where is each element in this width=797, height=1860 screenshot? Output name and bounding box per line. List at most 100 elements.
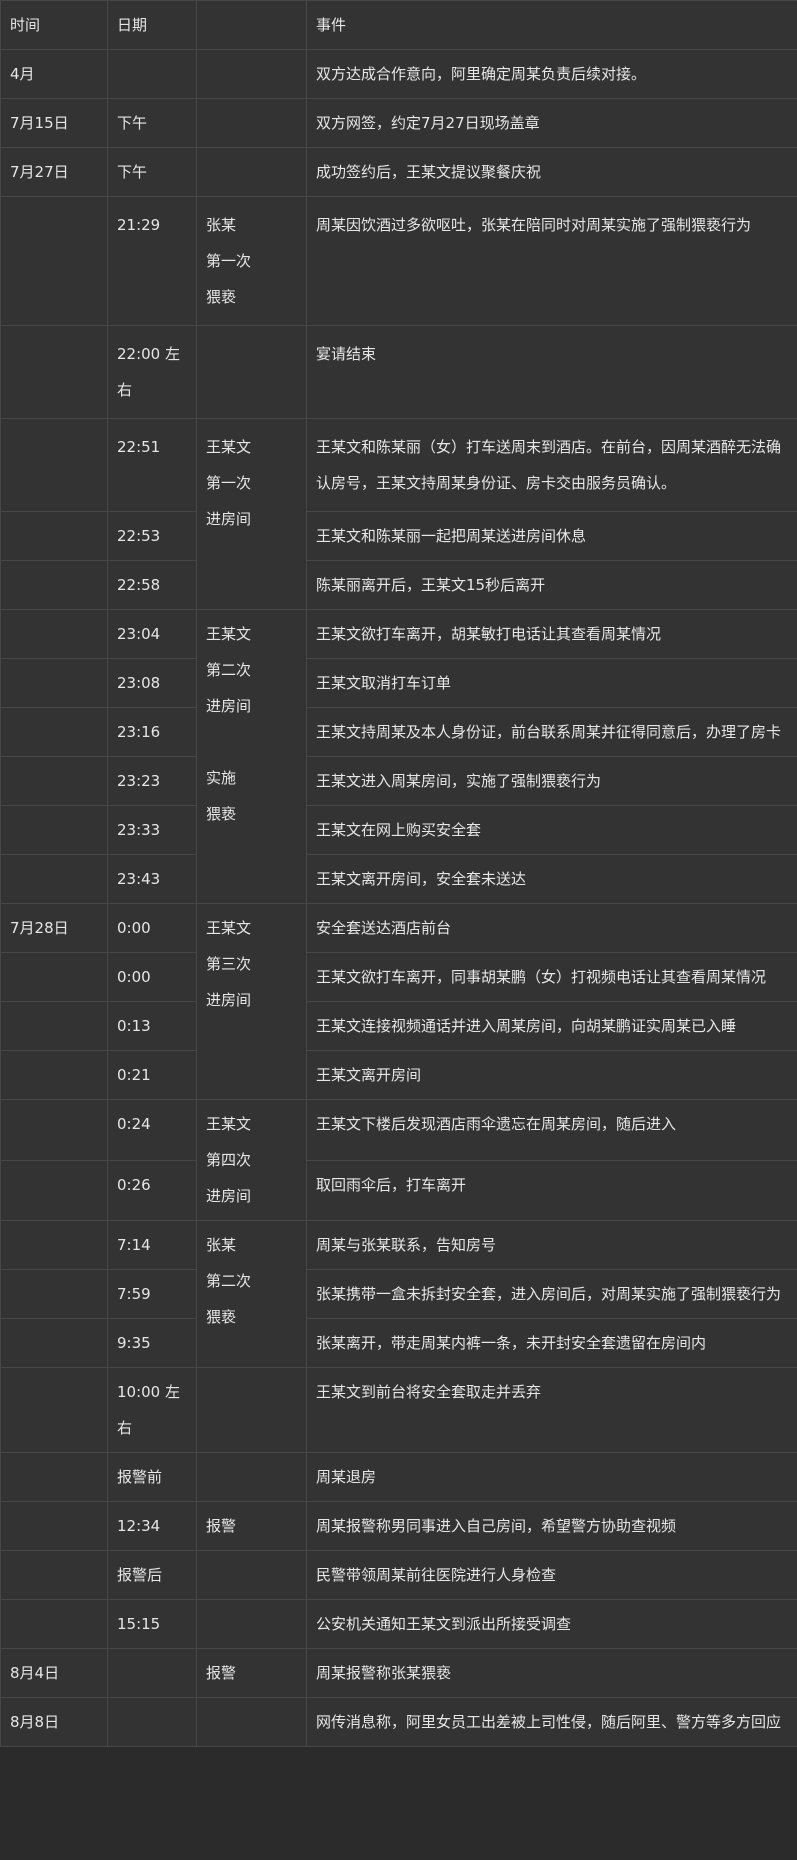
event-cell: 张某离开，带走周某内裤一条，未开封安全套遗留在房间内 xyxy=(306,1318,797,1368)
table-row: 9:35 张某离开，带走周某内裤一条，未开封安全套遗留在房间内 xyxy=(0,1318,797,1368)
date-cell: 23:08 xyxy=(107,658,197,708)
time-cell xyxy=(0,707,108,757)
time-cell: 7月27日 xyxy=(0,147,108,197)
table-row: 8月8日 网传消息称，阿里女员工出差被上司性侵，随后阿里、警方等多方回应 xyxy=(0,1697,797,1747)
table-row: 15:15 公安机关通知王某文到派出所接受调查 xyxy=(0,1599,797,1649)
event-cell: 王某文到前台将安全套取走并丢弃 xyxy=(306,1367,797,1453)
date-cell: 22:58 xyxy=(107,560,197,610)
event-cell: 周某与张某联系，告知房号 xyxy=(306,1220,797,1270)
event-cell: 王某文和陈某丽（女）打车送周末到酒店。在前台，因周某酒醉无法确认房号，王某文持周… xyxy=(306,418,797,512)
date-cell: 报警前 xyxy=(107,1452,197,1502)
date-cell: 下午 xyxy=(107,147,197,197)
table-row: 23:16 王某文持周某及本人身份证，前台联系周某并征得同意后，办理了房卡 xyxy=(0,707,797,757)
date-cell: 0:00 xyxy=(107,952,197,1002)
table-row: 22:53 王某文和陈某丽一起把周某送进房间休息 xyxy=(0,511,797,561)
group-cell: 王某文 第四次 进房间 xyxy=(196,1099,307,1221)
time-cell xyxy=(0,1050,108,1100)
time-cell xyxy=(0,805,108,855)
event-cell: 王某文和陈某丽一起把周某送进房间休息 xyxy=(306,511,797,561)
time-cell: 7月15日 xyxy=(0,98,108,148)
table-row: 7月15日 下午 双方网签，约定7月27日现场盖章 xyxy=(0,98,797,148)
table-row: 22:00 左右 宴请结束 xyxy=(0,325,797,419)
time-cell xyxy=(0,1001,108,1051)
date-cell: 22:51 xyxy=(107,418,197,512)
table-row: 7:59 张某携带一盒未拆封安全套，进入房间后，对周某实施了强制猥亵行为 xyxy=(0,1269,797,1319)
event-cell: 王某文欲打车离开，同事胡某鹏（女）打视频电话让其查看周某情况 xyxy=(306,952,797,1002)
date-cell: 22:00 左右 xyxy=(107,325,197,419)
time-cell xyxy=(0,325,108,419)
date-cell: 23:04 xyxy=(107,609,197,659)
time-cell xyxy=(0,1269,108,1319)
group-cell: 王某文 第二次 进房间 实施 猥亵 xyxy=(196,609,307,904)
date-cell: 21:29 xyxy=(107,196,197,326)
table-row: 23:08 王某文取消打车订单 xyxy=(0,658,797,708)
event-cell: 成功签约后，王某文提议聚餐庆祝 xyxy=(306,147,797,197)
table-row: 7月27日 下午 成功签约后，王某文提议聚餐庆祝 xyxy=(0,147,797,197)
date-cell: 0:13 xyxy=(107,1001,197,1051)
time-cell xyxy=(0,511,108,561)
event-cell: 王某文欲打车离开，胡某敏打电话让其查看周某情况 xyxy=(306,609,797,659)
date-cell: 23:33 xyxy=(107,805,197,855)
event-cell: 网传消息称，阿里女员工出差被上司性侵，随后阿里、警方等多方回应 xyxy=(306,1697,797,1747)
header-row: 时间 日期 事件 xyxy=(0,0,797,50)
event-cell: 王某文离开房间 xyxy=(306,1050,797,1100)
time-cell xyxy=(0,1367,108,1453)
table-row: 4月 双方达成合作意向，阿里确定周某负责后续对接。 xyxy=(0,49,797,99)
group-cell: 张某 第一次 猥亵 xyxy=(196,196,307,326)
date-cell: 0:24 xyxy=(107,1099,197,1161)
header-event: 事件 xyxy=(306,0,797,50)
header-time: 时间 xyxy=(0,0,108,50)
time-cell xyxy=(0,1159,108,1221)
event-cell: 王某文连接视频通话并进入周某房间，向胡某鹏证实周某已入睡 xyxy=(306,1001,797,1051)
table-row: 报警后 民警带领周某前往医院进行人身检查 xyxy=(0,1550,797,1600)
group-cell xyxy=(196,1550,307,1600)
date-cell xyxy=(107,49,197,99)
date-cell: 23:16 xyxy=(107,707,197,757)
table-row: 报警前 周某退房 xyxy=(0,1452,797,1502)
event-cell: 取回雨伞后，打车离开 xyxy=(306,1159,797,1221)
date-cell: 15:15 xyxy=(107,1599,197,1649)
event-cell: 周某因饮酒过多欲呕吐，张某在陪同时对周某实施了强制猥亵行为 xyxy=(306,196,797,326)
table-row: 0:00 王某文欲打车离开，同事胡某鹏（女）打视频电话让其查看周某情况 xyxy=(0,952,797,1002)
time-cell: 8月8日 xyxy=(0,1697,108,1747)
header-blank xyxy=(196,0,307,50)
date-cell: 12:34 xyxy=(107,1501,197,1551)
table-row: 12:34 报警 周某报警称男同事进入自己房间，希望警方协助查视频 xyxy=(0,1501,797,1551)
date-cell: 23:23 xyxy=(107,756,197,806)
date-cell: 7:59 xyxy=(107,1269,197,1319)
table-row: 7月28日 0:00 王某文 第三次 进房间 安全套送达酒店前台 xyxy=(0,903,797,1100)
time-cell: 8月4日 xyxy=(0,1648,108,1698)
time-cell xyxy=(0,1550,108,1600)
time-cell xyxy=(0,1318,108,1368)
event-cell: 周某报警称张某猥亵 xyxy=(306,1648,797,1698)
table-row: 0:26 取回雨伞后，打车离开 xyxy=(0,1159,797,1221)
date-cell: 报警后 xyxy=(107,1550,197,1600)
date-cell: 0:21 xyxy=(107,1050,197,1100)
time-cell xyxy=(0,952,108,1002)
group-cell xyxy=(196,1599,307,1649)
time-cell xyxy=(0,196,108,326)
date-cell: 22:53 xyxy=(107,511,197,561)
group-cell: 报警 xyxy=(196,1648,307,1698)
group-cell xyxy=(196,1367,307,1453)
event-cell: 张某携带一盒未拆封安全套，进入房间后，对周某实施了强制猥亵行为 xyxy=(306,1269,797,1319)
date-cell: 下午 xyxy=(107,98,197,148)
group-cell xyxy=(196,325,307,419)
event-cell: 王某文离开房间，安全套未送达 xyxy=(306,854,797,904)
table-row: 23:33 王某文在网上购买安全套 xyxy=(0,805,797,855)
event-cell: 王某文在网上购买安全套 xyxy=(306,805,797,855)
group-cell: 王某文 第三次 进房间 xyxy=(196,903,307,1100)
event-cell: 陈某丽离开后，王某文15秒后离开 xyxy=(306,560,797,610)
group-cell: 张某 第二次 猥亵 xyxy=(196,1220,307,1368)
table-row: 7:14 张某 第二次 猥亵 周某与张某联系，告知房号 xyxy=(0,1220,797,1368)
date-cell: 9:35 xyxy=(107,1318,197,1368)
time-cell xyxy=(0,560,108,610)
event-cell: 民警带领周某前往医院进行人身检查 xyxy=(306,1550,797,1600)
date-cell: 0:26 xyxy=(107,1159,197,1221)
event-cell: 王某文下楼后发现酒店雨伞遗忘在周某房间，随后进入 xyxy=(306,1099,797,1161)
event-cell: 宴请结束 xyxy=(306,325,797,419)
header-date: 日期 xyxy=(107,0,197,50)
group-cell xyxy=(196,1452,307,1502)
table-row: 22:58 陈某丽离开后，王某文15秒后离开 xyxy=(0,560,797,610)
group-cell: 报警 xyxy=(196,1501,307,1551)
